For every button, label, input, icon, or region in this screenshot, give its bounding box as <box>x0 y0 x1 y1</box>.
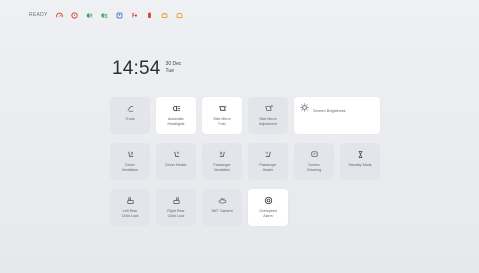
tile-screen-cleaning[interactable]: Screen Cleaning <box>294 143 334 180</box>
tile-left-rear-child-lock[interactable]: Left Rear Child Lock <box>110 189 150 226</box>
screen-clean-icon <box>310 151 318 157</box>
tile-trunk[interactable]: Trunk <box>110 97 150 134</box>
tile-side-mirror-fold[interactable]: Side Mirror Fold <box>202 97 242 134</box>
headlight-icon <box>86 12 93 19</box>
tile-label: Right Rear Child Lock <box>167 209 185 218</box>
mirror-adjust-icon <box>264 105 273 111</box>
low-beam-icon <box>101 12 108 19</box>
door-open-icon <box>176 12 183 19</box>
clock-day: 30 Dec <box>165 61 182 67</box>
tile-passenger-heater[interactable]: Passenger Heater <box>248 143 288 180</box>
home-screen: READY 14:54 30 Dec Tue Trunk Automatic H… <box>0 0 479 273</box>
tile-label: Left Rear Child Lock <box>121 209 139 218</box>
tile-label: Side Mirror Fold <box>213 117 231 126</box>
seatbelt-icon <box>116 12 123 19</box>
seat-heat-icon <box>173 151 179 157</box>
tire-pressure-icon <box>71 11 78 19</box>
tile-label: Overspeed Alarm <box>259 209 277 218</box>
tile-side-mirror-adjustment[interactable]: Side Mirror Adjustment <box>248 97 288 134</box>
tile-label: Passenger Ventilation <box>213 163 231 172</box>
tile-label: Trunk <box>125 117 135 121</box>
svg-text:360: 360 <box>220 197 225 201</box>
seat-heat-icon <box>265 151 271 157</box>
speedometer-icon <box>55 12 63 19</box>
clock-weekday: Tue <box>165 68 174 74</box>
clock: 14:54 30 Dec Tue <box>112 58 181 80</box>
tile-label: Driver Ventilation <box>121 163 139 172</box>
tile-overspeed-alarm[interactable]: Overspeed Alarm <box>248 189 288 226</box>
tile-label: Passenger Heater <box>259 163 277 172</box>
hourglass-icon <box>358 150 362 159</box>
tile-passenger-ventilation[interactable]: Passenger Ventilation <box>202 143 242 180</box>
status-bar: READY <box>29 10 183 20</box>
tile-label: Side Mirror Adjustment <box>259 117 277 126</box>
trunk-icon <box>127 106 133 112</box>
child-lock-icon <box>172 197 180 205</box>
child-lock-icon <box>126 197 134 205</box>
tile-automatic-headlights[interactable]: Automatic Headlights <box>156 97 196 134</box>
airbag-icon <box>131 12 138 19</box>
tile-label: Screen Brightness <box>313 108 346 113</box>
sun-icon <box>300 103 309 112</box>
tile-label: Automatic Headlights <box>167 117 185 126</box>
tile-standby-mode[interactable]: Standby Mode <box>340 143 380 180</box>
tile-label: 360° Camera <box>211 209 233 213</box>
clock-date: 30 Dec Tue <box>166 61 182 75</box>
tile-360-camera[interactable]: 360 360° Camera <box>202 189 242 226</box>
clock-time: 14:54 <box>112 58 161 79</box>
headlight-icon <box>172 105 180 112</box>
tile-screen-brightness[interactable]: Screen Brightness <box>294 97 380 134</box>
tile-driver-ventilation[interactable]: Driver Ventilation <box>110 143 150 180</box>
seat-vent-icon <box>127 151 133 157</box>
tile-label: Driver Heater <box>165 163 187 167</box>
ready-indicator: READY <box>29 12 48 18</box>
camera-360-icon: 360 <box>218 197 226 204</box>
overspeed-icon <box>264 196 272 205</box>
tile-label: Screen Cleaning <box>306 163 322 172</box>
tile-driver-heater[interactable]: Driver Heater <box>156 143 196 180</box>
engine-icon <box>161 12 168 19</box>
tile-label: Standby Mode <box>348 163 372 167</box>
tile-right-rear-child-lock[interactable]: Right Rear Child Lock <box>156 189 196 226</box>
mirror-fold-icon <box>218 105 226 111</box>
battery-icon <box>146 11 153 19</box>
seat-vent-icon <box>219 151 225 157</box>
